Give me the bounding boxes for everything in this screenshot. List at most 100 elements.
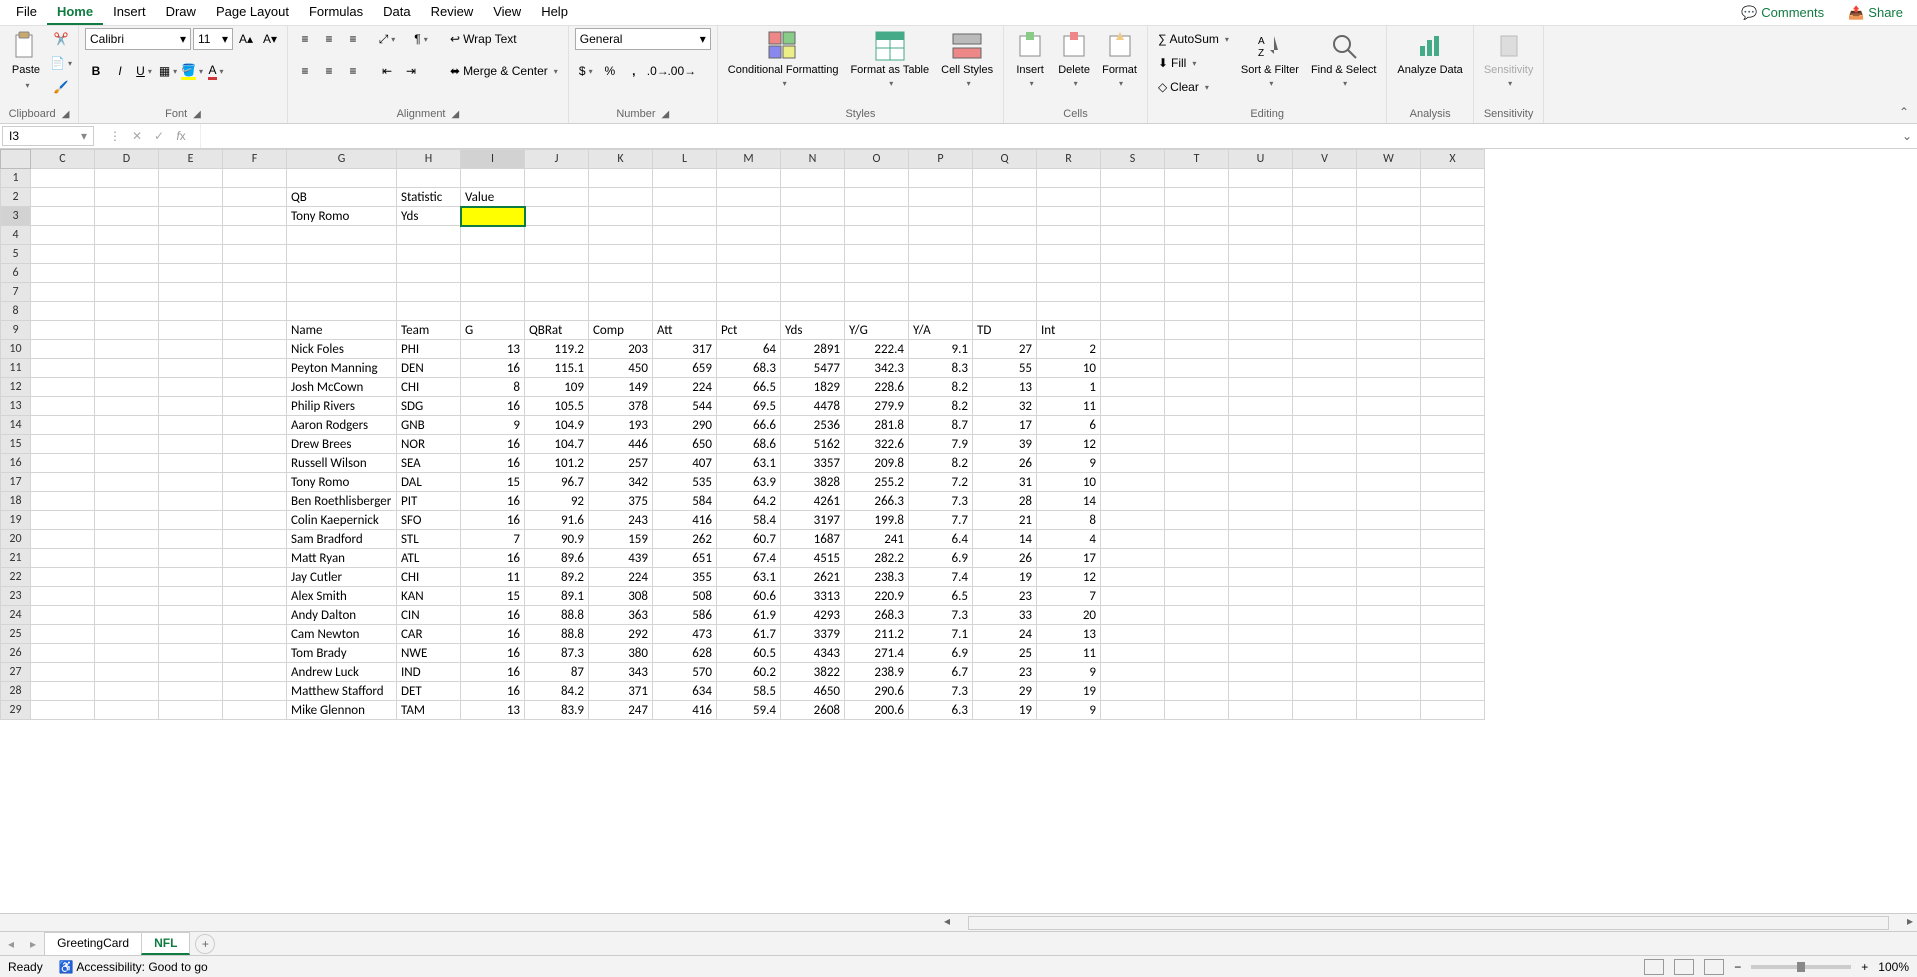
cell-R24[interactable]: 20 [1037, 606, 1101, 625]
cell-P29[interactable]: 6.3 [909, 701, 973, 720]
cell-J5[interactable] [525, 245, 589, 264]
align-right-button[interactable]: ≡ [342, 60, 364, 82]
row-header-18[interactable]: 18 [1, 492, 31, 511]
cell-N10[interactable]: 2891 [781, 340, 845, 359]
cell-O7[interactable] [845, 283, 909, 302]
cell-O20[interactable]: 241 [845, 530, 909, 549]
cell-U24[interactable] [1229, 606, 1293, 625]
bold-button[interactable]: B [85, 60, 107, 82]
cell-Q12[interactable]: 13 [973, 378, 1037, 397]
row-header-26[interactable]: 26 [1, 644, 31, 663]
cell-K24[interactable]: 363 [589, 606, 653, 625]
cell-R20[interactable]: 4 [1037, 530, 1101, 549]
cell-I25[interactable]: 16 [461, 625, 525, 644]
row-header-17[interactable]: 17 [1, 473, 31, 492]
cell-O5[interactable] [845, 245, 909, 264]
cell-I5[interactable] [461, 245, 525, 264]
cell-N5[interactable] [781, 245, 845, 264]
cell-K15[interactable]: 446 [589, 435, 653, 454]
cell-V6[interactable] [1293, 264, 1357, 283]
cell-W8[interactable] [1357, 302, 1421, 321]
cell-M21[interactable]: 67.4 [717, 549, 781, 568]
cell-H22[interactable]: CHI [397, 568, 461, 587]
cell-O13[interactable]: 279.9 [845, 397, 909, 416]
cell-T3[interactable] [1165, 207, 1229, 226]
cell-X24[interactable] [1421, 606, 1485, 625]
cell-K12[interactable]: 149 [589, 378, 653, 397]
cell-C8[interactable] [31, 302, 95, 321]
cell-E22[interactable] [159, 568, 223, 587]
cell-N1[interactable] [781, 169, 845, 188]
cell-I1[interactable] [461, 169, 525, 188]
cell-G17[interactable]: Tony Romo [287, 473, 397, 492]
cell-P9[interactable]: Y/A [909, 321, 973, 340]
cell-G11[interactable]: Peyton Manning [287, 359, 397, 378]
cell-T23[interactable] [1165, 587, 1229, 606]
cell-N13[interactable]: 4478 [781, 397, 845, 416]
cell-H2[interactable]: Statistic [397, 188, 461, 207]
cell-V29[interactable] [1293, 701, 1357, 720]
cell-C18[interactable] [31, 492, 95, 511]
cell-L5[interactable] [653, 245, 717, 264]
cell-U25[interactable] [1229, 625, 1293, 644]
cell-L2[interactable] [653, 188, 717, 207]
cell-R29[interactable]: 9 [1037, 701, 1101, 720]
cell-V16[interactable] [1293, 454, 1357, 473]
cell-K5[interactable] [589, 245, 653, 264]
cell-X9[interactable] [1421, 321, 1485, 340]
cell-Q22[interactable]: 19 [973, 568, 1037, 587]
cell-M3[interactable] [717, 207, 781, 226]
cell-S15[interactable] [1101, 435, 1165, 454]
cell-L7[interactable] [653, 283, 717, 302]
cell-V14[interactable] [1293, 416, 1357, 435]
zoom-in-button[interactable]: + [1861, 960, 1868, 974]
cell-K16[interactable]: 257 [589, 454, 653, 473]
cell-H27[interactable]: IND [397, 663, 461, 682]
cell-F23[interactable] [223, 587, 287, 606]
col-header-S[interactable]: S [1101, 150, 1165, 169]
cell-J20[interactable]: 90.9 [525, 530, 589, 549]
cell-P18[interactable]: 7.3 [909, 492, 973, 511]
cell-K13[interactable]: 378 [589, 397, 653, 416]
cell-K19[interactable]: 243 [589, 511, 653, 530]
cell-H24[interactable]: CIN [397, 606, 461, 625]
cell-W10[interactable] [1357, 340, 1421, 359]
cell-O2[interactable] [845, 188, 909, 207]
cell-G19[interactable]: Colin Kaepernick [287, 511, 397, 530]
cell-P17[interactable]: 7.2 [909, 473, 973, 492]
percent-format-button[interactable]: % [599, 60, 621, 82]
cell-Q27[interactable]: 23 [973, 663, 1037, 682]
cell-Q4[interactable] [973, 226, 1037, 245]
cell-S21[interactable] [1101, 549, 1165, 568]
cell-K29[interactable]: 247 [589, 701, 653, 720]
cell-T22[interactable] [1165, 568, 1229, 587]
cell-T1[interactable] [1165, 169, 1229, 188]
cell-V28[interactable] [1293, 682, 1357, 701]
number-dialog-launcher[interactable]: ◢ [661, 109, 669, 120]
menu-review[interactable]: Review [421, 0, 484, 25]
cell-U6[interactable] [1229, 264, 1293, 283]
cell-P15[interactable]: 7.9 [909, 435, 973, 454]
align-middle-button[interactable]: ≡ [318, 28, 340, 50]
cell-W26[interactable] [1357, 644, 1421, 663]
cell-J15[interactable]: 104.7 [525, 435, 589, 454]
cell-E20[interactable] [159, 530, 223, 549]
cell-V7[interactable] [1293, 283, 1357, 302]
cell-G26[interactable]: Tom Brady [287, 644, 397, 663]
cell-W16[interactable] [1357, 454, 1421, 473]
cell-C29[interactable] [31, 701, 95, 720]
cell-X22[interactable] [1421, 568, 1485, 587]
cell-P5[interactable] [909, 245, 973, 264]
cell-P28[interactable]: 7.3 [909, 682, 973, 701]
cell-R22[interactable]: 12 [1037, 568, 1101, 587]
cell-Q10[interactable]: 27 [973, 340, 1037, 359]
cell-F1[interactable] [223, 169, 287, 188]
cell-E29[interactable] [159, 701, 223, 720]
cell-S5[interactable] [1101, 245, 1165, 264]
horizontal-scrollbar[interactable] [954, 914, 1903, 931]
cell-F29[interactable] [223, 701, 287, 720]
cell-S18[interactable] [1101, 492, 1165, 511]
row-header-21[interactable]: 21 [1, 549, 31, 568]
grid-scroll[interactable]: CDEFGHIJKLMNOPQRSTUVWX12QBStatisticValue… [0, 149, 1917, 913]
cell-S23[interactable] [1101, 587, 1165, 606]
